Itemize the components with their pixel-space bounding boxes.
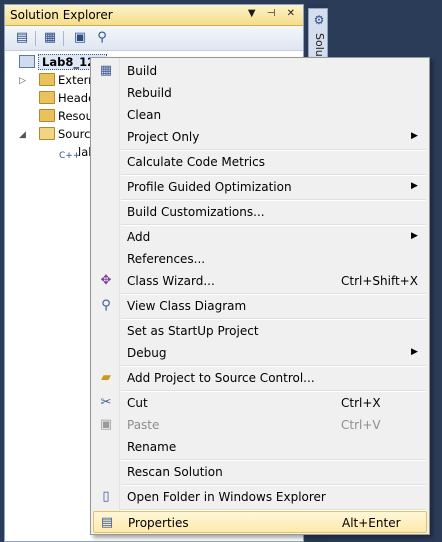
menu-item-add-project-to-source-control[interactable]: ▰ Add Project to Source Control... (93, 367, 427, 389)
menu-item-label: References... (127, 252, 206, 266)
menu-item-label: Properties (128, 516, 189, 530)
menu-item-build[interactable]: ▦ Build (93, 60, 427, 82)
expand-arrow-icon[interactable]: ▷ (19, 76, 26, 86)
menu-item-label: Clean (127, 108, 162, 122)
menu-item-label: Build (127, 64, 158, 78)
cpp-file-icon: C++ (59, 151, 81, 161)
open-folder-icon: ▯ (102, 489, 110, 504)
menu-item-cut[interactable]: ✂ Cut Ctrl+X (93, 392, 427, 414)
menu-item-label: Rescan Solution (127, 465, 223, 479)
menu-item-label: Add Project to Source Control... (127, 371, 315, 385)
menu-item-debug[interactable]: Debug ▶ (93, 342, 427, 364)
show-all-files-icon[interactable]: ▤ (13, 29, 31, 47)
source-control-icon: ▰ (101, 370, 111, 385)
folder-icon (39, 73, 55, 86)
menu-item-label: Set as StartUp Project (127, 324, 259, 338)
panel-titlebar: Solution Explorer ▼ ⊣ ✕ (5, 5, 303, 26)
menu-item-label: Debug (127, 346, 167, 360)
menu-item-label: Profile Guided Optimization (127, 180, 292, 194)
menu-item-label: Calculate Code Metrics (127, 155, 265, 169)
panel-title: Solution Explorer (10, 8, 113, 22)
tree-item-label: Resou (58, 109, 93, 123)
menu-item-label: Paste (127, 418, 160, 432)
toolbar-separator (35, 31, 36, 46)
menu-item-profile-guided-optimization[interactable]: Profile Guided Optimization ▶ (93, 176, 427, 198)
menu-item-label: View Class Diagram (127, 299, 247, 313)
menu-item-shortcut: Ctrl+V (341, 418, 381, 432)
menu-item-add[interactable]: Add ▶ (93, 226, 427, 248)
menu-item-class-wizard[interactable]: ✥ Class Wizard... Ctrl+Shift+X (93, 270, 427, 292)
menu-item-open-folder[interactable]: ▯ Open Folder in Windows Explorer (93, 486, 427, 508)
menu-item-label: Open Folder in Windows Explorer (127, 490, 326, 504)
class-diagram-icon: ⚲ (101, 298, 111, 313)
menu-item-references[interactable]: References... (93, 248, 427, 270)
menu-item-rebuild[interactable]: Rebuild (93, 82, 427, 104)
class-wizard-icon: ✥ (100, 273, 112, 288)
refresh-icon[interactable]: ▦ (41, 29, 59, 47)
menu-item-label: Project Only (127, 130, 200, 144)
folder-icon (39, 91, 55, 104)
menu-item-label: Rename (127, 440, 177, 454)
folder-icon (39, 109, 55, 122)
menu-item-rename[interactable]: Rename (93, 436, 427, 458)
menu-item-label: Cut (127, 396, 148, 410)
menu-item-project-only[interactable]: Project Only ▶ (93, 126, 427, 148)
menu-item-shortcut: Ctrl+X (341, 396, 381, 410)
tree-item-label: Sourc (58, 127, 91, 141)
scissors-icon: ✂ (100, 395, 112, 410)
paste-icon: ▣ (99, 417, 113, 432)
build-icon: ▦ (99, 63, 113, 78)
menu-item-rescan-solution[interactable]: Rescan Solution (93, 461, 427, 483)
project-icon (19, 55, 35, 68)
tree-item-headers[interactable]: Heade (39, 89, 95, 107)
menu-item-label: Add (127, 230, 151, 244)
open-folder-icon (39, 127, 55, 140)
menu-item-view-class-diagram[interactable]: ⚲ View Class Diagram (93, 295, 427, 317)
collapse-arrow-icon[interactable]: ◢ (19, 130, 26, 140)
solution-explorer-icon: ⚙ (313, 13, 325, 27)
menu-item-label: Class Wizard... (127, 274, 215, 288)
panel-window-controls[interactable]: ▼ ⊣ ✕ (248, 8, 299, 19)
menu-item-calculate-code-metrics[interactable]: Calculate Code Metrics (93, 151, 427, 173)
properties-toolbar-icon[interactable]: ▣ (71, 29, 89, 47)
menu-item-set-as-startup-project[interactable]: Set as StartUp Project (93, 320, 427, 342)
menu-item-clean[interactable]: Clean (93, 104, 427, 126)
tree-item-external[interactable]: Extern (39, 71, 95, 89)
context-menu: ▦ Build Rebuild Clean Project Only ▶ Cal… (90, 57, 430, 535)
menu-item-build-customizations[interactable]: Build Customizations... (93, 201, 427, 223)
menu-item-shortcut: Alt+Enter (342, 516, 401, 530)
tree-item-resources[interactable]: Resou (39, 107, 93, 125)
submenu-arrow-icon: ▶ (411, 347, 418, 357)
menu-item-properties[interactable]: ▤ Properties Alt+Enter (93, 511, 427, 533)
submenu-arrow-icon: ▶ (411, 181, 418, 191)
menu-item-paste[interactable]: ▣ Paste Ctrl+V (93, 414, 427, 436)
menu-item-label: Rebuild (127, 86, 172, 100)
panel-toolbar: ▤ ▦ ▣ ⚲ (5, 26, 303, 51)
submenu-arrow-icon: ▶ (411, 131, 418, 141)
tree-item-source[interactable]: Sourc (39, 125, 90, 143)
properties-icon: ▤ (100, 515, 114, 530)
menu-item-label: Build Customizations... (127, 205, 265, 219)
toolbar-separator (63, 31, 64, 46)
menu-item-shortcut: Ctrl+Shift+X (341, 274, 418, 288)
submenu-arrow-icon: ▶ (411, 231, 418, 241)
class-view-icon[interactable]: ⚲ (93, 29, 111, 47)
